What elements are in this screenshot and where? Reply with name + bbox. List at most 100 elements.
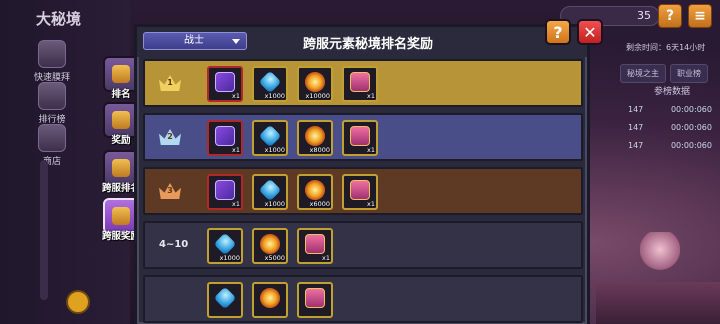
reward-item[interactable]: x1 — [207, 66, 243, 102]
burst-icon — [260, 288, 280, 308]
reward-item[interactable] — [252, 282, 288, 318]
reward-item[interactable]: x1000 — [252, 174, 288, 210]
rank-row: 2 x1 x1000 x8000 x1 — [143, 113, 583, 161]
rank-row: 1 x1 x1000 x10000 x1 — [143, 59, 583, 107]
item-quantity: x1 — [232, 92, 240, 100]
reward-item[interactable] — [297, 282, 333, 318]
burst-icon — [305, 72, 325, 92]
reward-list[interactable]: 1 x1 x1000 x10000 x1 2 x1 x1000 x8000 x1 3 x1 x1000 x… — [143, 59, 583, 324]
item-quantity: x1 — [322, 254, 330, 262]
ref-row: 147 00:00:060 — [624, 138, 716, 154]
trophy-icon — [38, 82, 66, 110]
shop-label: 商店 — [42, 157, 61, 167]
reward-item[interactable]: x8000 — [297, 120, 333, 156]
help-button[interactable]: ? — [545, 19, 571, 45]
reward-item[interactable] — [207, 282, 243, 318]
item-quantity: x5000 — [264, 254, 285, 262]
reward-items — [207, 282, 333, 318]
reward-item[interactable]: x1 — [207, 174, 243, 210]
ref-data-label: 参榜数据 — [654, 87, 691, 97]
bg-tab-bar: 秘境之主 职业榜 — [620, 64, 708, 83]
close-button[interactable]: ✕ — [577, 19, 603, 45]
burst-icon — [305, 180, 325, 200]
reward-items: x1 x1000 x8000 x1 — [207, 120, 378, 156]
progress-track — [40, 160, 48, 300]
item-quantity: x1 — [367, 146, 375, 154]
ref-row: 147 00:00:060 — [624, 120, 716, 136]
leaderboard-button[interactable]: 排行榜 — [22, 82, 82, 125]
item-quantity: x1 — [232, 200, 240, 208]
reward-item[interactable]: x1 — [342, 120, 378, 156]
shop-icon — [38, 124, 66, 152]
crown-icon: 1 — [159, 73, 183, 95]
rank-row: 4~10 x1000 x5000 x1 — [143, 221, 583, 269]
item-quantity: x8000 — [309, 146, 330, 154]
item-quantity: x10000 — [305, 92, 330, 100]
burst-icon — [260, 234, 280, 254]
item-quantity: x1 — [367, 200, 375, 208]
resource-counter: 35 — [560, 6, 660, 26]
reward-item[interactable]: x1000 — [252, 66, 288, 102]
gem-icon — [258, 178, 282, 202]
modal-title: 跨服元素秘境排名奖励 — [302, 37, 433, 52]
gem-icon — [213, 232, 237, 256]
chest-icon — [350, 72, 370, 92]
reward-item[interactable]: x1 — [207, 120, 243, 156]
card-icon — [215, 180, 235, 200]
item-quantity: x1000 — [219, 254, 240, 262]
chest-icon — [350, 126, 370, 146]
reward-items: x1 x1000 x10000 x1 — [207, 66, 378, 102]
burst-icon — [305, 126, 325, 146]
gem-icon — [213, 286, 237, 310]
item-quantity: x1000 — [264, 92, 285, 100]
rank-range: 4~10 — [159, 239, 189, 250]
reward-item[interactable]: x1 — [342, 174, 378, 210]
location-pin-icon[interactable] — [66, 290, 90, 314]
ref-time: 00:00:060 — [670, 141, 712, 150]
reward-item[interactable]: x1000 — [252, 120, 288, 156]
item-quantity: x1000 — [264, 200, 285, 208]
reward-items: x1000 x5000 x1 — [207, 228, 333, 264]
player-character — [640, 232, 680, 276]
class-dropdown[interactable]: 战士 — [143, 32, 247, 50]
item-quantity: x1 — [232, 146, 240, 154]
remaining-time: 剩余时间：6天14小时 — [626, 43, 706, 52]
class-dropdown-value: 战士 — [184, 35, 204, 46]
gem-icon — [258, 70, 282, 94]
crown-icon: 3 — [159, 181, 183, 203]
shop-button[interactable]: 商店 — [22, 124, 82, 167]
reward-item[interactable]: x1000 — [207, 228, 243, 264]
ref-value: 147 — [628, 123, 644, 132]
crown-icon: 2 — [159, 127, 183, 149]
ref-time: 00:00:060 — [670, 105, 712, 114]
ref-time: 00:00:060 — [670, 123, 712, 132]
reward-item[interactable]: x5000 — [252, 228, 288, 264]
character-platform — [596, 282, 720, 324]
bg-menu-button[interactable]: ≡ — [688, 4, 712, 28]
reward-items: x1 x1000 x6000 x1 — [207, 174, 378, 210]
scene-title: 大秘境 — [36, 10, 82, 28]
item-quantity: x1 — [367, 92, 375, 100]
chest-icon — [350, 180, 370, 200]
rank-number: 3 — [167, 186, 173, 195]
rank-number: 1 — [167, 78, 173, 87]
item-quantity: x6000 — [309, 200, 330, 208]
reward-item[interactable]: x1 — [342, 66, 378, 102]
ref-row: 147 00:00:060 — [624, 102, 716, 118]
worship-icon — [38, 40, 66, 68]
tab-realm-master[interactable]: 秘境之主 — [620, 64, 666, 83]
reward-item[interactable]: x10000 — [297, 66, 333, 102]
chest-icon — [305, 234, 325, 254]
gem-icon — [258, 124, 282, 148]
chevron-down-icon — [232, 39, 240, 44]
card-icon — [215, 126, 235, 146]
modal-header: 战士 跨服元素秘境排名奖励 ? ✕ — [137, 19, 603, 57]
rank-number: 2 — [167, 132, 173, 141]
reward-item[interactable]: x6000 — [297, 174, 333, 210]
reward-item[interactable]: x1 — [297, 228, 333, 264]
rank-row: 3 x1 x1000 x6000 x1 — [143, 167, 583, 215]
tab-class-ranking[interactable]: 职业榜 — [670, 64, 708, 83]
bg-help-button[interactable]: ? — [658, 4, 682, 28]
chest-icon — [305, 288, 325, 308]
quick-worship-button[interactable]: 快速膜拜 — [22, 40, 82, 83]
